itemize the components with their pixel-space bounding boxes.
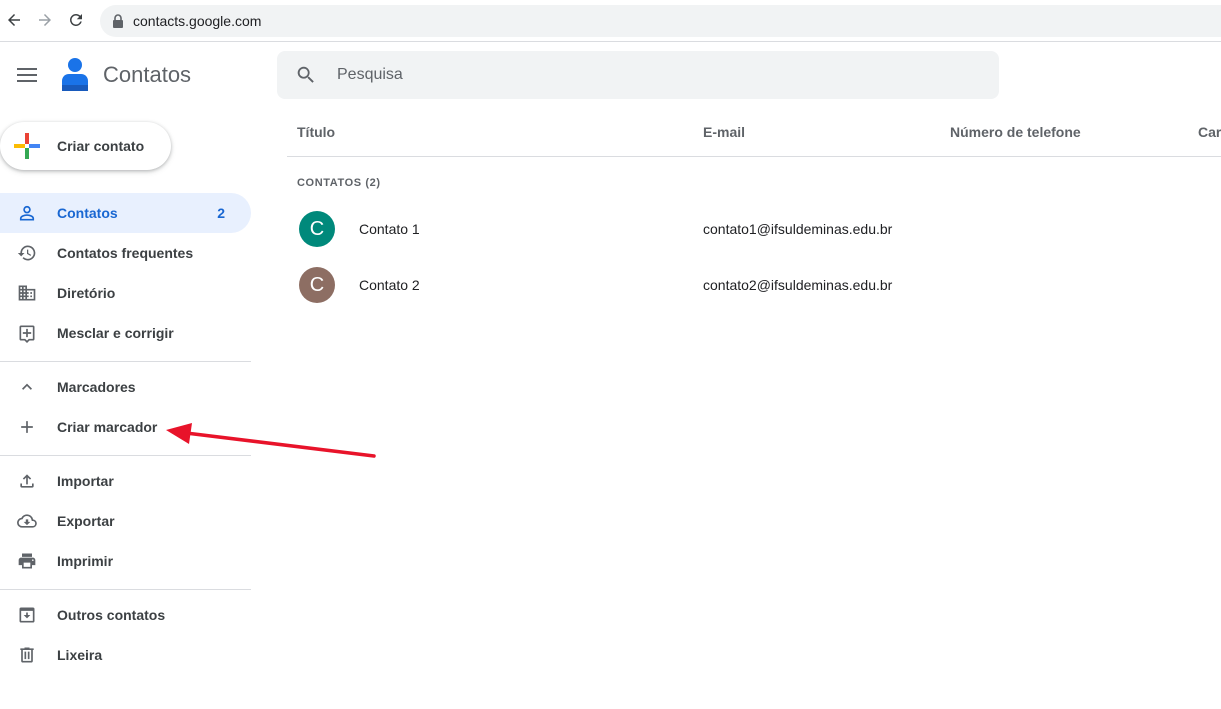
sidebar-item-label: Contatos frequentes — [57, 245, 194, 261]
lock-icon — [113, 14, 123, 28]
sidebar-item-label: Importar — [57, 473, 114, 489]
contact-email: contato2@ifsuldeminas.edu.br — [703, 277, 893, 293]
sidebar-item-contatos-frequentes[interactable]: Contatos frequentes — [0, 233, 251, 273]
sidebar-item-label: Imprimir — [57, 553, 114, 569]
sidebar-item-label: Lixeira — [57, 647, 103, 663]
forward-button[interactable] — [33, 8, 57, 32]
archive-icon — [17, 605, 37, 625]
sidebar-divider — [0, 361, 251, 362]
column-header-titulo[interactable]: Título — [297, 124, 335, 140]
reload-icon — [69, 13, 82, 26]
sidebar-labels-header[interactable]: Marcadores — [0, 367, 251, 407]
browser-toolbar: contacts.google.com — [0, 0, 1221, 42]
reload-button[interactable] — [64, 8, 88, 32]
column-header-cargo[interactable]: Car — [1198, 124, 1221, 140]
sidebar-item-label: Contatos — [57, 205, 118, 221]
app-title: Contatos — [103, 62, 192, 87]
sidebar-item-outros-contatos[interactable]: Outros contatos — [0, 595, 251, 635]
person-icon — [17, 203, 37, 223]
avatar: C — [299, 211, 335, 247]
hamburger-icon — [17, 68, 37, 82]
contacts-count-badge: 2 — [217, 205, 225, 221]
sidebar-item-diretorio[interactable]: Diretório — [0, 273, 251, 313]
plus-multicolor-icon — [14, 133, 40, 159]
create-contact-label: Criar contato — [57, 138, 145, 154]
back-button[interactable] — [2, 8, 26, 32]
arrow-right-icon — [39, 14, 51, 26]
arrow-left-icon — [8, 14, 20, 26]
sidebar-item-label: Exportar — [57, 513, 115, 529]
search-input[interactable] — [337, 66, 937, 84]
contact-name: Contato 1 — [359, 221, 420, 237]
sidebar-item-label: Outros contatos — [57, 607, 166, 623]
contact-email: contato1@ifsuldeminas.edu.br — [703, 221, 893, 237]
column-header-telefone[interactable]: Número de telefone — [950, 124, 1081, 140]
history-icon — [17, 243, 37, 263]
sidebar-item-label: Diretório — [57, 285, 116, 301]
sidebar-item-exportar[interactable]: Exportar — [0, 501, 251, 541]
building-icon — [17, 283, 37, 303]
avatar: C — [299, 267, 335, 303]
table-row[interactable]: C Contato 1 contato1@ifsuldeminas.edu.br — [287, 201, 1221, 257]
url-text: contacts.google.com — [133, 13, 262, 29]
annotation-arrow-icon — [166, 423, 376, 458]
sidebar-item-imprimir[interactable]: Imprimir — [0, 541, 251, 581]
sidebar-item-importar[interactable]: Importar — [0, 461, 251, 501]
plus-icon — [17, 417, 37, 437]
contacts-logo-icon — [62, 58, 88, 91]
column-header-email[interactable]: E-mail — [703, 124, 745, 140]
main-menu-button[interactable] — [14, 62, 40, 88]
search-icon — [297, 66, 314, 83]
sidebar-divider — [0, 589, 251, 590]
sidebar-item-label: Mesclar e corrigir — [57, 325, 174, 341]
sidebar-item-lixeira[interactable]: Lixeira — [0, 635, 251, 675]
sidebar-item-contatos[interactable]: Contatos 2 — [0, 193, 251, 233]
sidebar-item-mesclar-e-corrigir[interactable]: Mesclar e corrigir — [0, 313, 251, 353]
printer-icon — [17, 551, 37, 571]
contact-name: Contato 2 — [359, 277, 420, 293]
contacts-section-label: CONTATOS (2) — [297, 177, 381, 189]
chevron-up-icon — [17, 377, 37, 397]
search-bar[interactable] — [277, 51, 999, 99]
merge-icon — [17, 323, 37, 343]
create-contact-button[interactable]: Criar contato — [0, 122, 171, 170]
upload-icon — [17, 471, 37, 491]
sidebar-item-label: Marcadores — [57, 379, 136, 395]
address-bar[interactable]: contacts.google.com — [100, 5, 1221, 37]
trash-icon — [17, 645, 37, 665]
cloud-download-icon — [17, 511, 37, 531]
table-row[interactable]: C Contato 2 contato2@ifsuldeminas.edu.br — [287, 257, 1221, 313]
table-header-divider — [287, 156, 1221, 157]
